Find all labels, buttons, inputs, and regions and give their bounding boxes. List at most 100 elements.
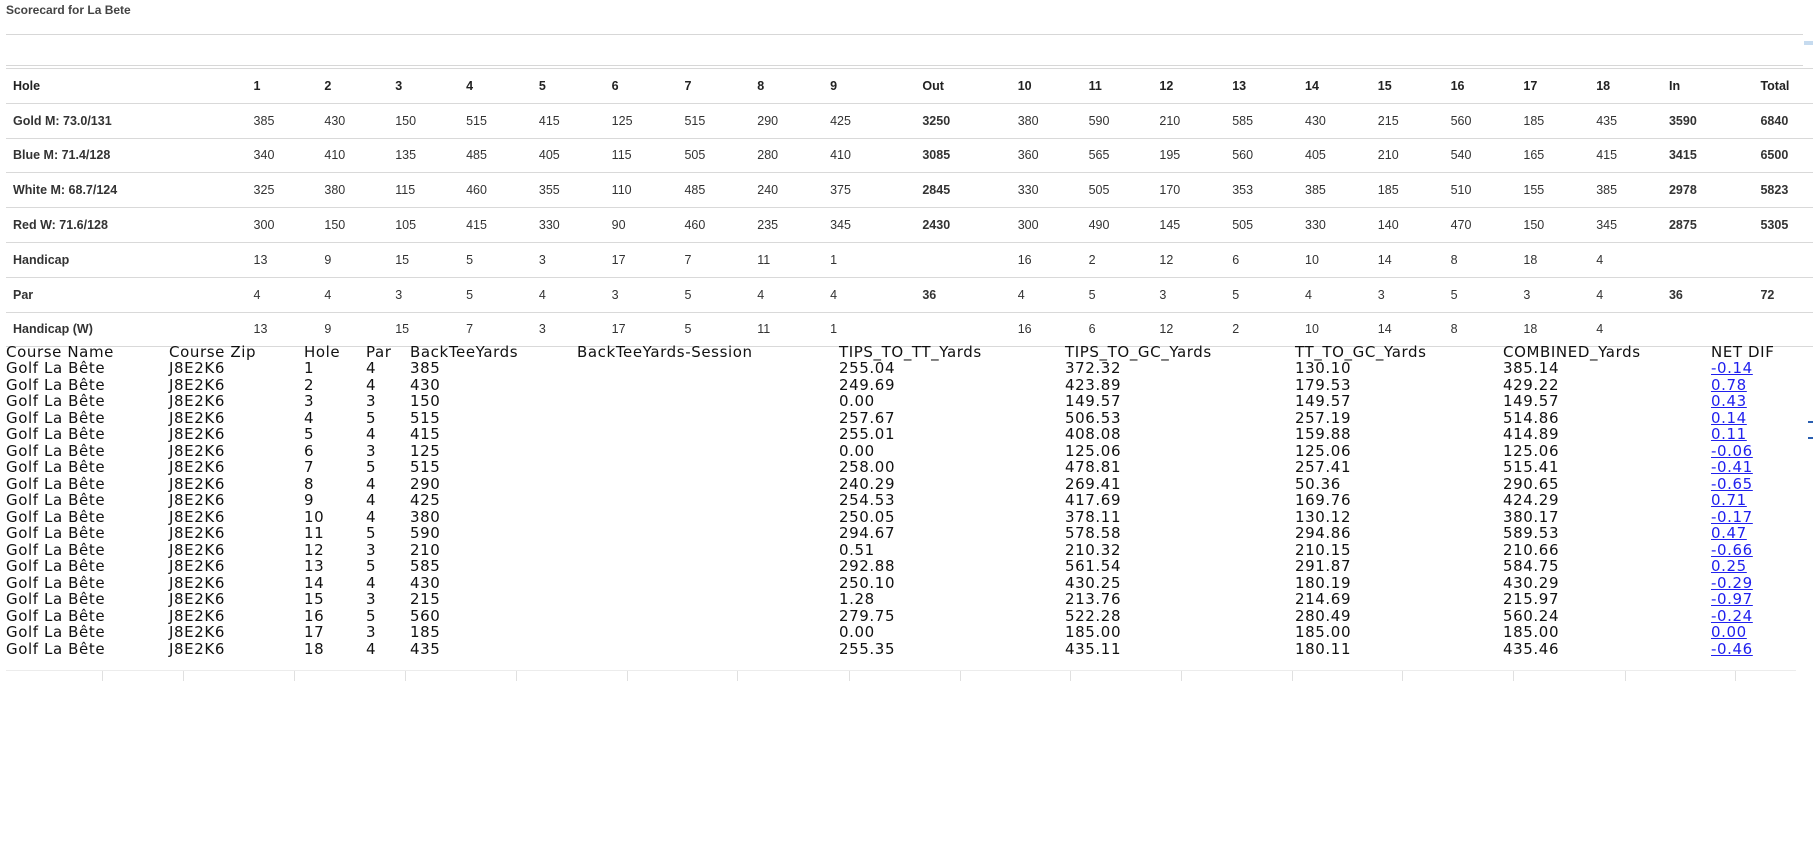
score-cell: 355: [531, 172, 605, 209]
column-header[interactable]: BackTeeYards: [410, 344, 577, 360]
net-dif-link[interactable]: -0.17: [1711, 508, 1753, 526]
net-dif-link[interactable]: -0.46: [1711, 640, 1753, 658]
score-cell: 5305: [1753, 207, 1813, 243]
score-cell: 155: [1516, 172, 1590, 209]
grid-cell: Golf La Bête: [6, 507, 106, 526]
grid-cell: Golf La Bête: [6, 573, 106, 592]
grid-cell: 4: [366, 425, 377, 443]
score-cell: 410: [823, 138, 916, 174]
score-cell: 345: [823, 207, 916, 243]
net-dif-link[interactable]: -0.24: [1711, 607, 1753, 625]
score-cell: 4: [823, 277, 916, 313]
grid-cell: 294.67: [839, 524, 896, 542]
grid-cell: -0.24: [1711, 607, 1806, 625]
grid-cell: 5: [366, 557, 377, 575]
score-cell: 515: [459, 103, 532, 139]
grid-cell: 385: [410, 359, 441, 377]
column-header[interactable]: Par: [366, 344, 410, 360]
grid-cell: Golf La Bête: [6, 639, 106, 658]
scroll-indicator[interactable]: [1804, 41, 1813, 45]
grid-cell: -0.65: [1711, 475, 1806, 493]
net-dif-link[interactable]: 0.71: [1711, 491, 1747, 509]
grid-cell: -0.46: [1711, 640, 1806, 658]
grid-cell: 430: [410, 573, 441, 592]
grid-cell: 590: [410, 524, 441, 542]
column-header[interactable]: NET DIF: [1711, 344, 1806, 360]
grid-cell: 258.00: [839, 458, 896, 476]
score-cell: 6500: [1753, 138, 1813, 174]
net-dif-link[interactable]: 0.25: [1711, 557, 1747, 575]
header-cell: 2: [317, 68, 389, 104]
column-header[interactable]: TIPS_TO_TT_Yards: [839, 344, 1065, 360]
net-dif-link[interactable]: 0.14: [1711, 409, 1747, 427]
grid-cell: J8E2K6: [169, 441, 225, 460]
grid-cell: -0.66: [1711, 541, 1806, 559]
score-cell: 140: [1370, 207, 1444, 243]
grid-cell: 179.53: [1295, 375, 1352, 394]
grid-column-tick: [516, 671, 517, 681]
grid-column-tick: [183, 671, 184, 681]
grid-cell: Golf La Bête: [6, 458, 106, 476]
row-label: Par: [6, 277, 247, 313]
table-row: Golf La Bête J8E2K6 6 3 125 0.00 125.06 125.06 1…: [6, 441, 1806, 460]
score-cell: 11: [750, 312, 824, 348]
grid-cell: 424.29: [1503, 491, 1560, 509]
grid-cell: [577, 591, 839, 608]
grid-cell: 430.29: [1503, 573, 1560, 592]
net-dif-link[interactable]: 0.47: [1711, 524, 1747, 542]
scroll-handle[interactable]: [1808, 421, 1813, 423]
grid-column-tick: [1625, 671, 1626, 681]
grid-cell: 414.89: [1503, 425, 1560, 443]
net-dif-link[interactable]: -0.29: [1711, 574, 1753, 592]
score-cell: 5: [677, 277, 751, 313]
grid-cell: 378.11: [1065, 507, 1122, 526]
column-header[interactable]: TT_TO_GC_Yards: [1295, 344, 1503, 360]
grid-cell: 11: [304, 524, 325, 542]
grid-cell: 159.88: [1295, 425, 1352, 443]
column-header[interactable]: COMBINED_Yards: [1503, 344, 1711, 360]
column-header[interactable]: TIPS_TO_GC_Yards: [1065, 344, 1295, 360]
grid-cell: 0.00: [839, 392, 875, 410]
score-cell: 5: [459, 277, 532, 313]
score-cell: 145: [1152, 207, 1226, 243]
column-header[interactable]: Hole: [304, 344, 366, 360]
score-cell: 7: [677, 242, 751, 278]
score-cell: 15: [388, 312, 460, 348]
grid-cell: 560.24: [1503, 606, 1560, 625]
column-header[interactable]: Course Zip: [169, 344, 304, 360]
score-cell: 280: [750, 138, 824, 174]
score-cell: 330: [1298, 207, 1371, 243]
grid-cell: 3: [304, 392, 315, 410]
score-cell: 15: [388, 242, 460, 278]
grid-cell: 385.14: [1503, 359, 1560, 377]
grid-cell: 4: [366, 474, 377, 493]
score-cell: 560: [1443, 103, 1517, 139]
net-dif-link[interactable]: 0.11: [1711, 425, 1747, 443]
net-dif-link[interactable]: 0.78: [1711, 376, 1747, 394]
net-dif-link[interactable]: -0.66: [1711, 541, 1753, 559]
grid-cell: -0.41: [1711, 459, 1806, 476]
grid-cell: 4: [304, 408, 315, 427]
grid-cell: Golf La Bête: [6, 441, 106, 460]
net-dif-link[interactable]: -0.97: [1711, 590, 1753, 608]
header-cell: 13: [1225, 68, 1298, 104]
grid-cell: 210: [410, 540, 441, 559]
net-dif-link[interactable]: 0.43: [1711, 392, 1747, 410]
net-dif-link[interactable]: 0.00: [1711, 623, 1747, 641]
net-dif-link[interactable]: -0.06: [1711, 442, 1753, 460]
net-dif-link[interactable]: -0.65: [1711, 475, 1753, 493]
score-cell: 415: [1589, 138, 1662, 174]
score-cell: 185: [1370, 172, 1444, 209]
score-cell: 430: [317, 103, 389, 139]
scroll-handle[interactable]: [1808, 437, 1813, 439]
net-dif-link[interactable]: -0.14: [1711, 359, 1753, 377]
net-dif-link[interactable]: -0.41: [1711, 458, 1753, 476]
grid-cell: -0.29: [1711, 574, 1806, 592]
column-header[interactable]: BackTeeYards-Session: [577, 344, 839, 360]
grid-cell: 254.53: [839, 491, 896, 509]
grid-cell: J8E2K6: [169, 491, 225, 509]
score-cell: 36: [1661, 277, 1754, 313]
column-header[interactable]: Course Name: [6, 344, 169, 360]
grid-cell: 561.54: [1065, 557, 1122, 575]
grid-cell: 435.46: [1503, 639, 1560, 658]
